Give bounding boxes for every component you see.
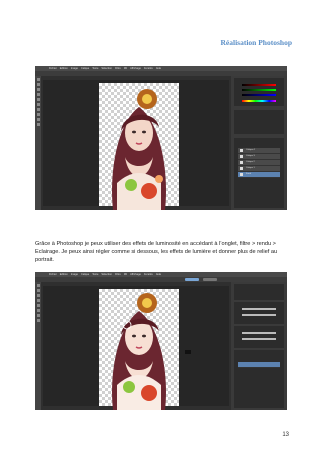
green-slider	[242, 89, 276, 91]
body-paragraph: Grâce à Photoshop je peux utiliser des e…	[35, 240, 278, 264]
canvas-area	[43, 80, 229, 210]
gradient-tool-icon	[36, 108, 40, 111]
red-slider	[242, 84, 276, 86]
tools-panel	[35, 282, 41, 410]
hotspot-slider[interactable]	[242, 314, 276, 316]
adjustments-panel	[234, 110, 284, 134]
blue-slider	[242, 94, 276, 96]
ok-button[interactable]	[185, 278, 199, 281]
light-type-section	[234, 284, 284, 300]
marquee-tool-icon	[36, 83, 40, 86]
marquee-tool-icon	[36, 289, 40, 292]
color-panel	[234, 78, 284, 106]
hand-tool-icon	[36, 118, 40, 121]
photoshop-screenshot-layers: Fichier Edition Image Calque Texte Sélec…	[35, 66, 287, 210]
light-row-selected[interactable]	[238, 362, 280, 368]
eraser-tool-icon	[36, 103, 40, 106]
brush-tool-icon	[36, 98, 40, 101]
lasso-tool-icon	[36, 294, 40, 297]
move-tool-icon	[36, 284, 40, 287]
layer-name: Calque 4	[246, 149, 255, 151]
right-panels: Calque 4 Calque 3 Calque 2 Calque 1 Fond	[231, 76, 287, 210]
document-page: Réalisation Photoshop Fichier Edition Im…	[0, 0, 320, 453]
text-tool-icon	[36, 314, 40, 317]
eraser-tool-icon	[36, 309, 40, 312]
page-title: Réalisation Photoshop	[220, 38, 292, 47]
properties-section	[234, 326, 284, 348]
photoshop-screenshot-lighting: Fichier Edition Image Calque Texte Sélec…	[35, 272, 287, 410]
text-tool-icon	[36, 113, 40, 116]
move-tool-icon	[36, 78, 40, 81]
lasso-tool-icon	[36, 88, 40, 91]
portrait-artwork	[99, 289, 179, 410]
crop-tool-icon	[36, 299, 40, 302]
layer-name: Calque 3	[246, 155, 255, 157]
ambience-slider[interactable]	[242, 338, 276, 340]
crop-tool-icon	[36, 93, 40, 96]
portrait-illustration-lit	[112, 293, 166, 410]
layer-name: Calque 1	[246, 167, 255, 169]
portrait-illustration	[112, 89, 166, 210]
spectrum-bar	[242, 100, 276, 102]
layer-name: Fond	[246, 173, 251, 175]
canvas-tooltip	[185, 350, 191, 354]
intensity-slider[interactable]	[242, 308, 276, 310]
zoom-tool-icon	[36, 123, 40, 126]
layers-panel: Calque 4 Calque 3 Calque 2 Calque 1 Fond	[234, 138, 284, 208]
zoom-tool-icon	[36, 319, 40, 322]
intensity-section	[234, 302, 284, 324]
lights-list	[234, 350, 284, 408]
gloss-slider[interactable]	[242, 332, 276, 334]
page-number: 13	[282, 432, 289, 438]
tools-panel	[35, 76, 41, 210]
cancel-button[interactable]	[203, 278, 217, 281]
layer-name: Calque 2	[246, 161, 255, 163]
lighting-properties-panel	[231, 282, 287, 410]
layer-row-selected[interactable]: Fond	[238, 172, 280, 178]
portrait-artwork	[99, 83, 179, 210]
canvas-area	[43, 286, 229, 410]
brush-tool-icon	[36, 304, 40, 307]
